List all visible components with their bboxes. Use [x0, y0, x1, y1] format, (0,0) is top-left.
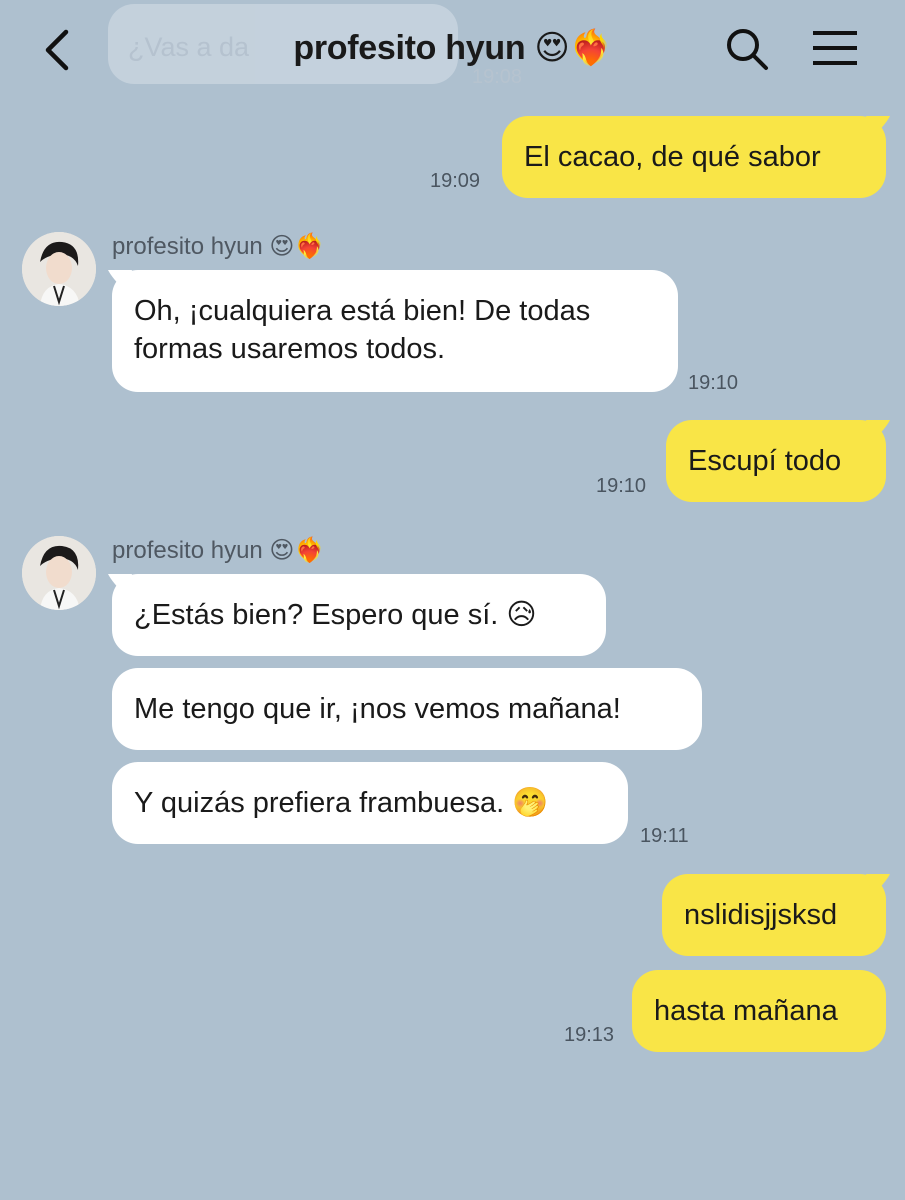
menu-icon[interactable] — [810, 28, 860, 68]
message-time: 19:11 — [640, 825, 689, 847]
message-time: 19:09 — [430, 170, 481, 192]
message-text: Escupí todo — [688, 445, 842, 477]
message-time: 19:10 — [596, 475, 647, 497]
message-text-line: Oh, ¡cualquiera está bien! De todas — [134, 295, 591, 327]
my-message-bubble[interactable]: Escupí todo — [666, 420, 886, 502]
message-time: 19:10 — [688, 372, 739, 394]
message-text: Me tengo que ir, ¡nos vemos mañana! — [134, 693, 621, 725]
their-message-bubble[interactable]: Me tengo que ir, ¡nos vemos mañana! — [112, 668, 702, 750]
their-message-bubble[interactable]: Oh, ¡cualquiera está bien! De todas form… — [112, 270, 678, 392]
avatar[interactable] — [22, 536, 96, 610]
sender-name: profesito hyun 😍❤️‍🔥 — [112, 233, 325, 260]
message-text-line: formas usaremos todos. — [134, 333, 446, 365]
their-message-bubble[interactable]: Y quizás prefiera frambuesa. 🤭 — [112, 762, 628, 844]
message-time: 19:13 — [564, 1024, 615, 1046]
bubble-tail — [866, 874, 890, 896]
chat-header: profesito hyun 😍❤️‍🔥 — [0, 0, 905, 100]
message-text: El cacao, de qué sabor — [524, 141, 821, 173]
my-message-bubble[interactable]: nslidisjjsksd — [662, 874, 886, 956]
avatar[interactable] — [22, 232, 96, 306]
message-text: ¿Estás bien? Espero que sí. 😥 — [134, 599, 537, 631]
search-icon[interactable] — [724, 26, 770, 72]
message-text: nslidisjjsksd — [684, 899, 838, 931]
my-message-bubble[interactable]: El cacao, de qué sabor — [502, 116, 886, 198]
message-text: Y quizás prefiera frambuesa. 🤭 — [134, 787, 549, 819]
my-message-bubble[interactable]: hasta mañana — [632, 970, 886, 1052]
message-text: hasta mañana — [654, 995, 838, 1027]
bubble-tail — [866, 116, 890, 138]
bubble-tail — [866, 420, 890, 442]
sender-name: profesito hyun 😍❤️‍🔥 — [112, 537, 325, 564]
their-message-bubble[interactable]: ¿Estás bien? Espero que sí. 😥 — [112, 574, 606, 656]
